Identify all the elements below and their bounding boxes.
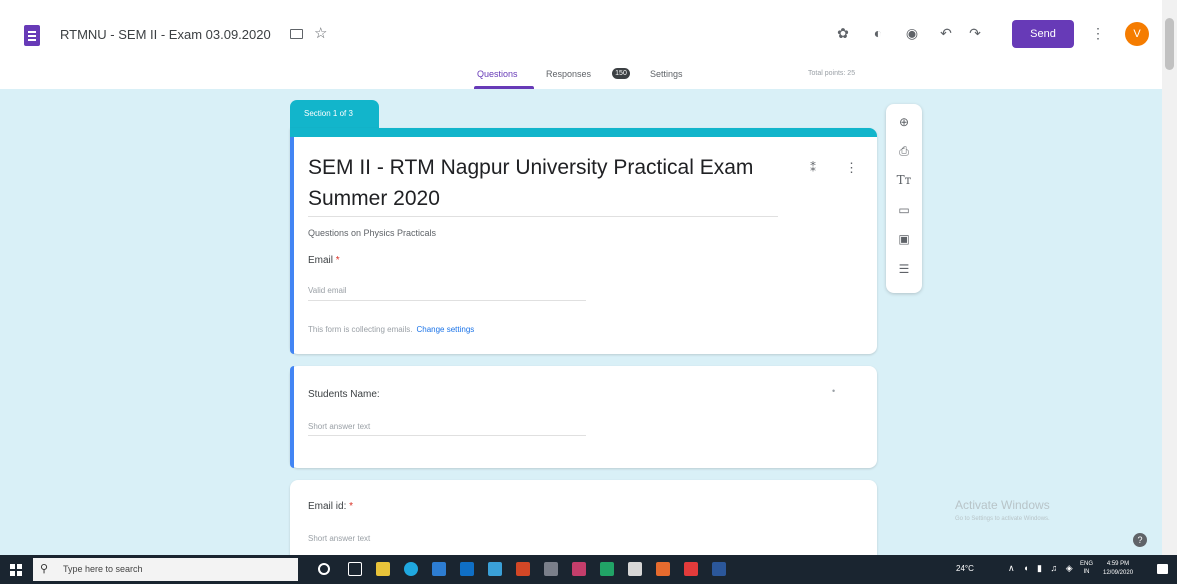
required-dot-icon: • (832, 386, 836, 396)
add-question-icon[interactable]: ⊕ (894, 112, 914, 132)
activate-windows-title: Activate Windows (955, 498, 1050, 512)
app-icon[interactable] (684, 562, 698, 576)
app-icon[interactable] (516, 562, 530, 576)
search-icon: ⚲ (40, 563, 49, 575)
store-icon[interactable] (432, 562, 446, 576)
mail-icon[interactable] (460, 562, 474, 576)
system-clock[interactable]: 4:59 PM 12/09/2020 (1103, 560, 1133, 578)
email-question-label: Email * (308, 255, 340, 266)
file-explorer-icon[interactable] (376, 562, 390, 576)
add-section-icon[interactable]: ☰ (894, 259, 914, 279)
section-more-icon[interactable]: ⋮ (845, 160, 858, 176)
collapse-section-icon[interactable]: ⁑ (810, 161, 816, 175)
floating-toolbar: ⊕ ⎙ Tт ▭ ▣ ☰ (886, 104, 922, 293)
account-avatar[interactable]: V (1125, 22, 1149, 46)
form-header-card[interactable]: ⁑ ⋮ SEM II - RTM Nagpur University Pract… (290, 128, 877, 354)
page-scrollbar[interactable] (1162, 0, 1177, 555)
form-title[interactable]: SEM II - RTM Nagpur University Practical… (308, 152, 778, 214)
focus-accent (290, 137, 294, 354)
star-icon[interactable]: ☆ (314, 24, 327, 42)
weather-widget[interactable]: 24°C (956, 564, 974, 573)
app-icon[interactable] (544, 562, 558, 576)
word-icon[interactable] (712, 562, 726, 576)
more-options-icon[interactable]: ⋮ (1091, 22, 1105, 44)
help-icon[interactable]: ? (1133, 533, 1147, 547)
undo-icon[interactable]: ↶ (935, 22, 957, 44)
preview-eye-icon[interactable]: ◉ (901, 22, 923, 44)
title-underline (308, 216, 778, 217)
add-video-icon[interactable]: ▣ (894, 229, 914, 249)
short-answer-placeholder: Short answer text (308, 534, 371, 543)
email-collection-note: This form is collecting emails. Change se… (308, 325, 475, 334)
responses-count-badge: 150 (612, 68, 630, 79)
tab-questions[interactable]: Questions (477, 69, 518, 79)
move-to-folder-icon[interactable] (290, 29, 303, 39)
document-title[interactable]: RTMNU - SEM II - Exam 03.09.2020 (60, 27, 271, 42)
taskbar-search-box[interactable]: ⚲ Type here to search (33, 558, 298, 581)
form-canvas: Section 1 of 3 ⁑ ⋮ SEM II - RTM Nagpur U… (0, 89, 1162, 555)
palette-icon[interactable]: ◐ (867, 22, 889, 44)
app-icon[interactable] (572, 562, 586, 576)
question-label[interactable]: Email id: * (308, 501, 353, 512)
app-icon[interactable] (628, 562, 642, 576)
search-placeholder: Type here to search (63, 564, 143, 574)
send-button[interactable]: Send (1012, 20, 1074, 48)
google-forms-logo[interactable] (24, 25, 40, 46)
language-indicator[interactable]: ENG IN (1080, 560, 1093, 576)
import-questions-icon[interactable]: ⎙ (894, 141, 914, 161)
system-tray-icons[interactable]: ∧ ◖ ▮ ♫ ◈ (1008, 563, 1076, 574)
question-label[interactable]: Students Name: (308, 389, 380, 400)
cortana-icon[interactable] (318, 563, 330, 575)
customize-theme-icon[interactable]: ✿ (832, 22, 854, 44)
email-placeholder: Valid email (308, 286, 347, 295)
change-settings-link[interactable]: Change settings (416, 325, 474, 334)
add-title-icon[interactable]: Tт (894, 170, 914, 190)
tab-responses[interactable]: Responses (546, 69, 591, 79)
question-card[interactable]: • Students Name: Short answer text (290, 366, 877, 468)
edge-browser-icon[interactable] (404, 562, 418, 576)
activate-windows-subtitle: Go to Settings to activate Windows. (955, 516, 1050, 522)
scrollbar-thumb[interactable] (1165, 18, 1174, 70)
tab-settings[interactable]: Settings (650, 69, 683, 79)
notification-center-icon[interactable] (1157, 564, 1168, 574)
task-view-icon[interactable] (348, 562, 362, 576)
app-icon[interactable] (488, 562, 502, 576)
email-input-line (308, 300, 586, 301)
short-answer-placeholder: Short answer text (308, 422, 371, 431)
app-icon[interactable] (656, 562, 670, 576)
add-image-icon[interactable]: ▭ (894, 200, 914, 220)
section-label: Section 1 of 3 (290, 100, 379, 128)
app-header: RTMNU - SEM II - Exam 03.09.2020 ☆ ✿ ◐ ◉… (0, 0, 1162, 89)
redo-icon[interactable]: ↷ (964, 22, 986, 44)
total-points: Total points: 25 (808, 70, 856, 77)
windows-start-icon[interactable] (10, 564, 22, 576)
form-description[interactable]: Questions on Physics Practicals (308, 228, 436, 238)
windows-taskbar: ⚲ Type here to search 24°C ∧ ◖ ▮ ♫ ◈ ENG… (0, 555, 1177, 584)
focus-accent (290, 366, 294, 468)
question-card[interactable]: Email id: * Short answer text (290, 480, 877, 555)
answer-line (308, 435, 586, 436)
excel-icon[interactable] (600, 562, 614, 576)
